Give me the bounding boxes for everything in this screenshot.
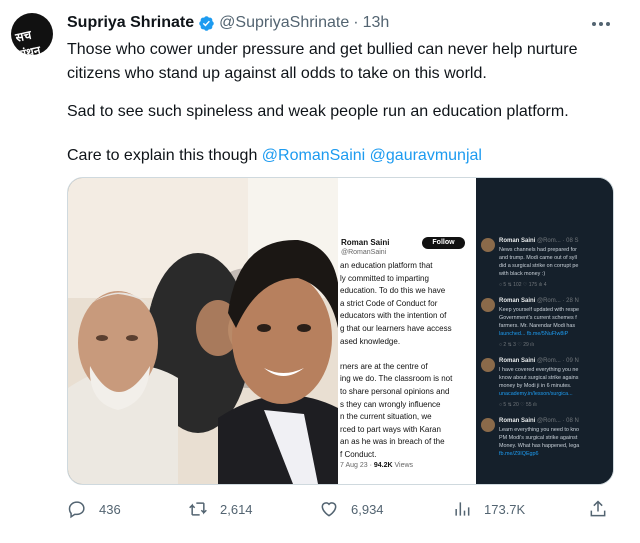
like-count: 6,934 [351,501,384,517]
tweet-paragraph-3: Care to explain this though @RomanSaini … [67,144,627,168]
old-tweet-line: Learn everything you need to kno [499,427,580,433]
media-attachment[interactable]: Roman Saini @RomanSaini Follow an educat… [67,177,614,485]
doc-line: ly committed to imparting [340,273,429,283]
retweet-icon [189,502,207,516]
old-tweet-meta: @Rom... · 08 S [535,238,579,244]
verified-badge-icon [199,15,214,31]
question-text: Care to explain this though [67,147,262,164]
old-tweet-meta: @Rom... · 08 N [535,418,579,424]
doc-line: f Conduct. [340,449,377,459]
doc-line: a strict Code of Conduct for [340,298,438,308]
old-tweet-line: and trump. Modi came out of syll [499,255,577,261]
old-tweet-header: Roman Saini @Rom... · 08 N [499,418,579,424]
doc-line: rced to part ways with Karan [340,424,441,434]
doc-statement-text: an education platform that ly committed … [340,260,476,462]
old-tweet-line: money by Modi ji in 6 minutes. [499,383,572,389]
views-count: 173.7K [484,501,526,517]
tweet-paragraph-2: Sad to see such spineless and weak peopl… [67,103,569,120]
reply-count: 436 [99,501,121,517]
author-avatar[interactable]: सच मंथन [11,13,53,55]
old-tweet-line: did a surgical strike on corrupt pe [499,263,579,269]
heart-icon [321,502,337,517]
author-handle[interactable]: @SupriyaShrinate [219,14,349,32]
old-tweet-stats: ○ 5 ⇅ 102 ♡ 175 ılı 4 [499,282,547,288]
old-tweet-line: launched... fb.me/5NuFIw8iP [499,331,569,337]
old-tweet-avatar [481,358,495,372]
doc-views-count: 94.2K [373,462,393,469]
doc-date: 7 Aug 23 · [340,462,374,469]
doc-line: education. To do this we have [340,286,446,296]
action-bar: 436 2,614 6,934 173.7K [67,494,615,524]
doc-line: to share personal opinions and [340,386,450,396]
old-tweet-line: farmers. Mr. Narendar Modi has [499,323,576,329]
mention-link-1[interactable]: @RomanSaini [262,147,365,164]
old-tweet-avatar [481,418,495,432]
doc-author-name: Roman Saini [341,238,390,247]
doc-line: g that our learners have access [340,323,452,333]
doc-line: n the current situation, we [340,412,432,422]
doc-line: an as he was in breach of the [340,437,445,447]
tweet-time[interactable]: 13h [363,14,390,32]
doc-line: an education platform that [340,261,433,270]
doc-follow-button: Follow [422,237,465,249]
more-options-icon[interactable] [590,14,612,34]
old-tweet-name: Roman Saini [499,298,536,304]
mention-link-2[interactable]: @gauravmunjal [370,147,482,164]
old-tweet-header: Roman Saini @Rom... · 28 N [499,298,579,304]
old-tweet-meta: @Rom... · 28 N [535,298,579,304]
doc-line: s they can wrongly influence [340,399,441,409]
old-tweet-name: Roman Saini [499,238,536,244]
old-tweet-header: Roman Saini @Rom... · 09 N [499,358,579,364]
old-tweet-name: Roman Saini [499,418,536,424]
old-tweet-name: Roman Saini [499,358,536,364]
old-tweet-line: Money. What has happened, lega [499,443,580,449]
tweet: सच मंथन Supriya Shrinate @SupriyaShrinat… [0,0,640,543]
old-tweet-stats: ○ 5 ⇅ 20 ♡ 55 ılı [499,402,537,408]
old-tweet-line: Keep yourself updated with respe [499,307,580,313]
doc-line: ing we do. The classroom is not [340,374,453,384]
old-tweet-avatar [481,298,495,312]
doc-line: educators with the intention of [340,311,447,321]
doc-author-handle: @RomanSaini [341,249,387,256]
old-tweet-avatar [481,238,495,252]
old-tweet-line: with black money :) [499,271,546,277]
screenshot-statement: Roman Saini @RomanSaini Follow an educat… [338,178,476,484]
doc-line: rners are at the centre of [340,361,428,371]
old-tweet: Roman Saini @Rom... · 08 N Learn everyth… [476,416,613,484]
avatar-text: सच मंथन [14,27,42,55]
doc-views-label: Views [392,462,414,469]
doc-line [340,348,476,361]
reply-button[interactable]: 436 [67,498,121,520]
tweet-header: Supriya Shrinate @SupriyaShrinate · 13h [67,12,389,34]
views-chart-icon [455,502,470,516]
retweet-count: 2,614 [220,501,253,517]
old-tweet-line: I have covered everything you ne [499,367,579,373]
like-button[interactable]: 6,934 [319,498,384,520]
doc-footer: 7 Aug 23 · 94.2K Views [340,462,413,469]
old-tweet-line: Government's current schemes f [499,315,577,321]
tweet-paragraph-1: Those who cower under pressure and get b… [67,41,578,82]
views-button[interactable]: 173.7K [452,498,525,520]
old-tweet-header: Roman Saini @Rom... · 08 S [499,238,578,244]
retweet-button[interactable]: 2,614 [188,498,253,520]
old-tweet-line: PM Modi's surgical strike against [499,435,578,441]
old-tweet-line: unacademy.in/lesson/surgica... [499,391,573,397]
doc-line: ased knowledge. [340,336,401,346]
share-button[interactable] [588,498,620,520]
author-name[interactable]: Supriya Shrinate [67,14,194,32]
old-tweet-line: fb.me/Z9IQEgp6 [499,451,539,457]
old-tweet-stats: ○ 2 ⇅ 3 ♡ 29 ılı [499,342,535,348]
share-icon [590,500,606,517]
selfie-photo[interactable] [68,178,338,484]
separator-dot: · [353,14,359,31]
old-tweet-meta: @Rom... · 09 N [535,358,579,364]
screenshot-old-tweets: Roman Saini @Rom... · 08 S News channels… [476,178,613,484]
old-tweet-line: News channels had prepared for [499,247,577,253]
reply-icon [68,501,85,519]
old-tweet-line: know about surgical strike agains [499,375,579,381]
